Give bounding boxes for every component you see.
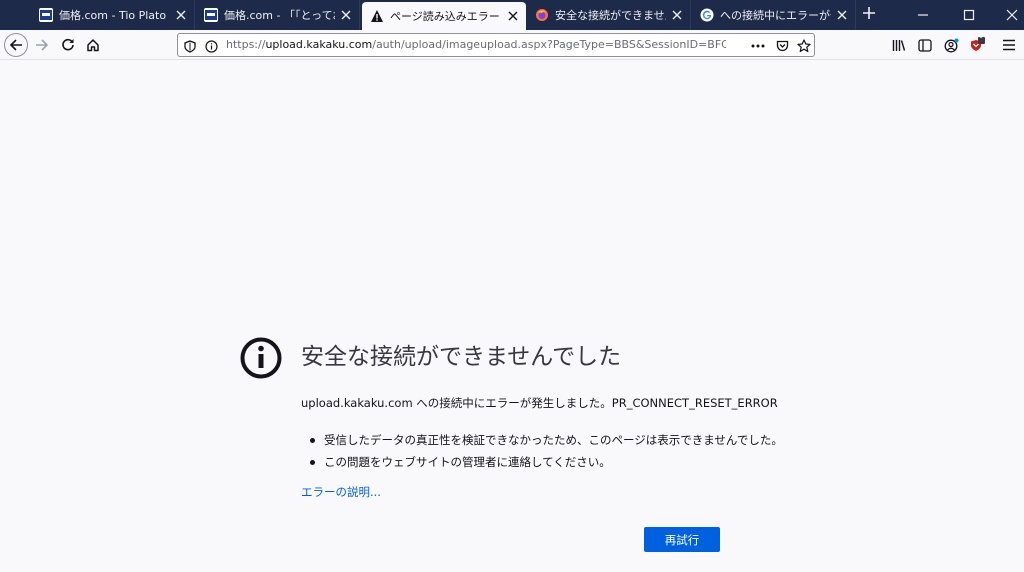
maximize-icon bbox=[963, 9, 975, 21]
error-details-list: 受信したデータの真正性を検証できなかったため、このページは表示できませんでした。… bbox=[310, 432, 783, 476]
minimize-icon bbox=[918, 14, 928, 16]
url-text[interactable]: https://upload.kakaku.com/auth/upload/im… bbox=[226, 38, 726, 51]
reload-button[interactable] bbox=[56, 33, 80, 57]
pocket-icon[interactable] bbox=[774, 38, 790, 54]
url-path: /auth/upload/imageupload.aspx?PageType=B… bbox=[372, 38, 726, 51]
home-icon bbox=[87, 39, 99, 52]
tab-title: ページ読み込みエラー bbox=[390, 10, 500, 23]
back-button[interactable] bbox=[4, 33, 28, 57]
kakaku-favicon-icon bbox=[204, 8, 218, 22]
google-icon bbox=[700, 8, 714, 22]
page-actions-menu-icon[interactable] bbox=[750, 38, 766, 54]
url-prefix: https:// bbox=[226, 38, 266, 51]
tab-title: 価格.com - 「「とっておきの冬の bbox=[224, 9, 335, 22]
warning-icon bbox=[370, 9, 384, 23]
tab-title: への接続中にエラーが発生しました bbox=[720, 9, 831, 22]
library-icon[interactable] bbox=[891, 37, 907, 53]
close-tab-icon[interactable] bbox=[506, 9, 520, 23]
close-tab-icon[interactable] bbox=[670, 8, 684, 22]
tab-strip: 価格.com - Tio Plato さんの 価格.com - 「「とっておきの… bbox=[0, 0, 1024, 30]
forward-button[interactable] bbox=[30, 33, 54, 57]
new-tab-button[interactable] bbox=[860, 6, 878, 24]
error-description: upload.kakaku.com への接続中にエラーが発生しました。PR_CO… bbox=[301, 396, 778, 410]
learn-more-link[interactable]: エラーの説明... bbox=[301, 484, 381, 500]
close-window-icon bbox=[1006, 9, 1018, 21]
list-item: この問題をウェブサイトの管理者に連絡してください。 bbox=[310, 454, 783, 476]
home-button[interactable] bbox=[81, 33, 105, 57]
firefox-icon bbox=[535, 8, 549, 22]
tab-title: 安全な接続ができませんでした bbox=[555, 9, 666, 22]
minimize-button[interactable] bbox=[914, 6, 932, 24]
close-tab-icon[interactable] bbox=[835, 8, 849, 22]
close-tab-icon[interactable] bbox=[339, 8, 353, 22]
navigation-toolbar: https://upload.kakaku.com/auth/upload/im… bbox=[0, 30, 1024, 60]
tab-kakaku-totteoki[interactable]: 価格.com - 「「とっておきの冬の bbox=[196, 0, 360, 30]
plus-icon bbox=[863, 7, 875, 19]
list-item: 受信したデータの真正性を検証できなかったため、このページは表示できませんでした。 bbox=[310, 432, 783, 454]
hamburger-menu-icon[interactable] bbox=[1001, 37, 1017, 53]
kakaku-favicon-icon bbox=[39, 8, 53, 22]
url-bar[interactable]: https://upload.kakaku.com/auth/upload/im… bbox=[177, 33, 815, 57]
extension-badge: 1 bbox=[978, 31, 984, 40]
retry-button[interactable]: 再試行 bbox=[644, 527, 720, 552]
arrow-left-icon bbox=[9, 39, 22, 51]
tab-title: 価格.com - Tio Plato さんの bbox=[59, 9, 170, 22]
tab-page-load-error[interactable]: ページ読み込みエラー bbox=[362, 2, 526, 30]
tab-secure-connection-failed[interactable]: 安全な接続ができませんでした bbox=[527, 0, 691, 30]
reload-icon bbox=[62, 38, 74, 51]
arrow-right-icon bbox=[36, 39, 49, 51]
close-tab-icon[interactable] bbox=[174, 8, 188, 22]
maximize-button[interactable] bbox=[960, 6, 978, 24]
info-icon bbox=[240, 337, 282, 379]
site-info-icon[interactable] bbox=[203, 38, 219, 54]
tracking-protection-shield-icon[interactable] bbox=[182, 38, 198, 54]
account-icon[interactable] bbox=[943, 37, 959, 53]
error-title: 安全な接続ができませんでした bbox=[301, 344, 622, 370]
tab-connection-error-search[interactable]: への接続中にエラーが発生しました bbox=[692, 0, 856, 30]
tab-kakaku-tio-plato[interactable]: 価格.com - Tio Plato さんの bbox=[31, 0, 195, 30]
bookmark-star-icon[interactable] bbox=[796, 38, 812, 54]
url-host: upload.kakaku.com bbox=[265, 38, 373, 51]
sidebar-toggle-icon[interactable] bbox=[917, 37, 933, 53]
close-window-button[interactable] bbox=[1003, 6, 1021, 24]
